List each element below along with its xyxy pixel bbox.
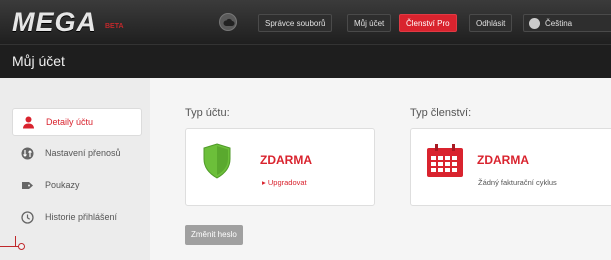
- change-password-button[interactable]: Změnit heslo: [185, 225, 243, 245]
- annotation-line: [15, 236, 16, 246]
- globe-icon: [529, 18, 540, 29]
- language-label: Čeština: [545, 19, 573, 28]
- sidebar-item-vouchers[interactable]: Poukazy: [12, 172, 142, 200]
- title-bar: Můj účet: [0, 44, 611, 78]
- membership-type-card: [410, 128, 611, 206]
- calendar-icon: [427, 144, 463, 177]
- membership-type-label: Typ členství:: [410, 107, 472, 119]
- sidebar: Detaily účtu Nastavení přenosů Poukazy H…: [0, 78, 150, 260]
- annotation-line: [0, 246, 20, 247]
- upgrade-link-label: Upgradovat: [267, 178, 307, 187]
- logout-button[interactable]: Odhlásit: [469, 14, 513, 32]
- transfer-icon: [21, 147, 34, 160]
- billing-cycle-text: Žádný fakturační cyklus: [478, 178, 557, 187]
- account-type-card: [185, 128, 375, 206]
- clock-icon: [21, 211, 34, 224]
- account-type-label: Typ účtu:: [185, 107, 230, 119]
- sidebar-item-label: Nastavení přenosů: [45, 148, 121, 158]
- sidebar-item-label: Historie přihlášení: [45, 212, 118, 222]
- my-account-button[interactable]: Můj účet: [347, 14, 392, 32]
- beta-badge: BETA: [105, 23, 124, 30]
- chevron-right-icon: ▸: [262, 178, 266, 187]
- membership-type-value: ZDARMA: [477, 153, 529, 167]
- page-title: Můj účet: [12, 53, 65, 69]
- upgrade-link[interactable]: ▸ Upgradovat: [262, 178, 307, 187]
- sidebar-item-transfer-settings[interactable]: Nastavení přenosů: [12, 140, 142, 168]
- voucher-icon: [22, 182, 33, 189]
- sidebar-item-account-details[interactable]: Detaily účtu: [12, 108, 142, 136]
- top-bar: MEGA BETA Správce souborů Můj účet Člens…: [0, 0, 611, 44]
- cloud-icon[interactable]: [219, 13, 237, 31]
- language-selector[interactable]: Čeština: [523, 14, 611, 32]
- sidebar-item-label: Poukazy: [45, 180, 80, 190]
- account-type-value: ZDARMA: [260, 153, 312, 167]
- user-icon: [23, 116, 34, 129]
- pro-membership-button[interactable]: Členství Pro: [399, 14, 457, 32]
- sidebar-item-login-history[interactable]: Historie přihlášení: [12, 204, 142, 232]
- file-manager-button[interactable]: Správce souborů: [258, 14, 333, 32]
- mega-logo[interactable]: MEGA: [12, 7, 97, 38]
- annotation-dot: [18, 243, 25, 250]
- sidebar-item-label: Detaily účtu: [46, 117, 94, 127]
- shield-icon: [203, 143, 231, 179]
